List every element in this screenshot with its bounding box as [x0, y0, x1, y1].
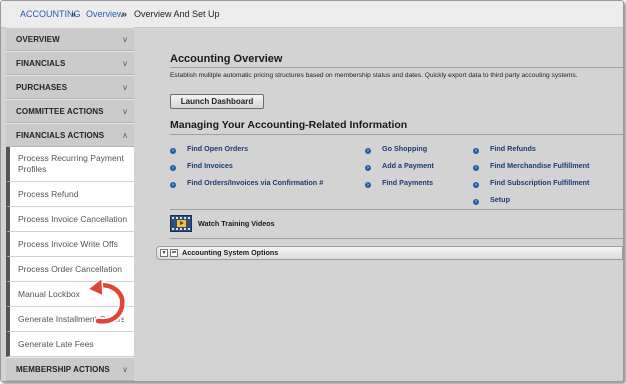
link-find-orders-invoices-confirmation[interactable]: › Find Orders/Invoices via Confirmation #	[170, 178, 323, 188]
chevron-down-icon: ∨	[122, 35, 128, 44]
link-setup[interactable]: › Setup	[473, 195, 510, 205]
window-icon	[170, 249, 178, 257]
breadcrumb-separator-icon: »	[122, 9, 128, 19]
sidebar-section-financials-actions[interactable]: FINANCIALS ACTIONS ∧	[6, 123, 134, 147]
circle-arrow-icon: ›	[365, 165, 371, 171]
circle-arrow-icon: ›	[170, 182, 176, 188]
sidebar-item-process-recurring-payment-profiles[interactable]: Process Recurring Payment Profiles	[6, 147, 134, 182]
sidebar-item-label: Process Invoice Write Offs	[18, 239, 118, 249]
section-title: Managing Your Accounting-Related Informa…	[170, 119, 408, 131]
circle-arrow-icon: ›	[473, 165, 479, 171]
link-find-merchandise-fulfillment[interactable]: › Find Merchandise Fulfillment	[473, 161, 589, 171]
sidebar-section-overview[interactable]: OVERVIEW ∨	[6, 27, 134, 51]
sidebar-item-process-invoice-cancellation[interactable]: Process Invoice Cancellation	[6, 207, 134, 232]
sidebar-item-label: Process Invoice Cancellation	[18, 214, 128, 224]
breadcrumb-current: Overview And Set Up	[134, 9, 220, 19]
chevron-up-icon: ∧	[122, 131, 128, 140]
link-find-open-orders[interactable]: › Find Open Orders	[170, 144, 248, 154]
circle-arrow-icon: ›	[365, 182, 371, 188]
link-find-invoices[interactable]: › Find Invoices	[170, 161, 233, 171]
section-label: PURCHASES	[16, 83, 68, 92]
sidebar-item-label: Process Recurring Payment Profiles	[18, 153, 124, 174]
link-find-subscription-fulfillment[interactable]: › Find Subscription Fulfillment	[473, 178, 589, 188]
circle-arrow-icon: ›	[170, 165, 176, 171]
circle-arrow-icon: ›	[473, 199, 479, 205]
overview-description: Establish mulitple automatic pricing str…	[170, 72, 578, 79]
panel-label: Accounting System Options	[182, 248, 279, 257]
divider	[170, 238, 623, 239]
chevron-down-icon: ∨	[122, 107, 128, 116]
sidebar-item-process-invoice-write-offs[interactable]: Process Invoice Write Offs	[6, 232, 134, 257]
section-label: OVERVIEW	[16, 35, 60, 44]
circle-arrow-icon: ›	[473, 148, 479, 154]
circle-arrow-icon: ›	[473, 182, 479, 188]
sidebar-item-label: Process Order Cancellation	[18, 264, 122, 274]
chevron-down-icon: ∨	[122, 365, 128, 374]
sidebar-section-purchases[interactable]: PURCHASES ∨	[6, 75, 134, 99]
divider	[170, 209, 623, 210]
app-window: ACCOUNTING » Overview » Overview And Set…	[0, 0, 624, 382]
circle-arrow-icon: ›	[170, 148, 176, 154]
sidebar-section-committee-actions[interactable]: COMMITTEE ACTIONS ∨	[6, 99, 134, 123]
expand-toggle-icon[interactable]: ▼	[160, 249, 168, 257]
breadcrumb-separator-icon: »	[71, 9, 77, 19]
section-label: COMMITTEE ACTIONS	[16, 107, 104, 116]
launch-dashboard-button[interactable]: Launch Dashboard	[170, 94, 264, 109]
link-find-payments[interactable]: › Find Payments	[365, 178, 433, 188]
accounting-system-options-panel[interactable]: ▼ Accounting System Options	[156, 246, 623, 260]
chevron-down-icon: ∨	[122, 59, 128, 68]
sidebar-item-label: Process Refund	[18, 189, 79, 199]
page-title: Accounting Overview	[170, 53, 283, 65]
sidebar: OVERVIEW ∨ FINANCIALS ∨ PURCHASES ∨ COMM…	[6, 27, 134, 381]
sidebar-item-process-refund[interactable]: Process Refund	[6, 182, 134, 207]
sidebar-item-label: Generate Late Fees	[18, 339, 94, 349]
divider	[170, 134, 623, 135]
breadcrumb-overview-link[interactable]: Overview	[86, 9, 124, 19]
link-find-refunds[interactable]: › Find Refunds	[473, 144, 536, 154]
breadcrumb: ACCOUNTING » Overview » Overview And Set…	[1, 1, 623, 28]
film-strip-icon[interactable]	[170, 215, 192, 232]
section-label: FINANCIALS	[16, 59, 66, 68]
chevron-down-icon: ∨	[122, 83, 128, 92]
circle-arrow-icon: ›	[365, 148, 371, 154]
curved-arrow-icon	[87, 279, 126, 325]
sidebar-section-financials[interactable]: FINANCIALS ∨	[6, 51, 134, 75]
sidebar-item-generate-late-fees[interactable]: Generate Late Fees	[6, 332, 134, 357]
watch-training-videos-link[interactable]: Watch Training Videos	[198, 219, 275, 228]
section-label: MEMBERSHIP ACTIONS	[16, 365, 110, 374]
section-label: FINANCIALS ACTIONS	[16, 131, 105, 140]
divider	[170, 67, 623, 68]
sidebar-section-membership-actions[interactable]: MEMBERSHIP ACTIONS ∨	[6, 357, 134, 381]
link-go-shopping[interactable]: › Go Shopping	[365, 144, 427, 154]
link-add-a-payment[interactable]: › Add a Payment	[365, 161, 434, 171]
